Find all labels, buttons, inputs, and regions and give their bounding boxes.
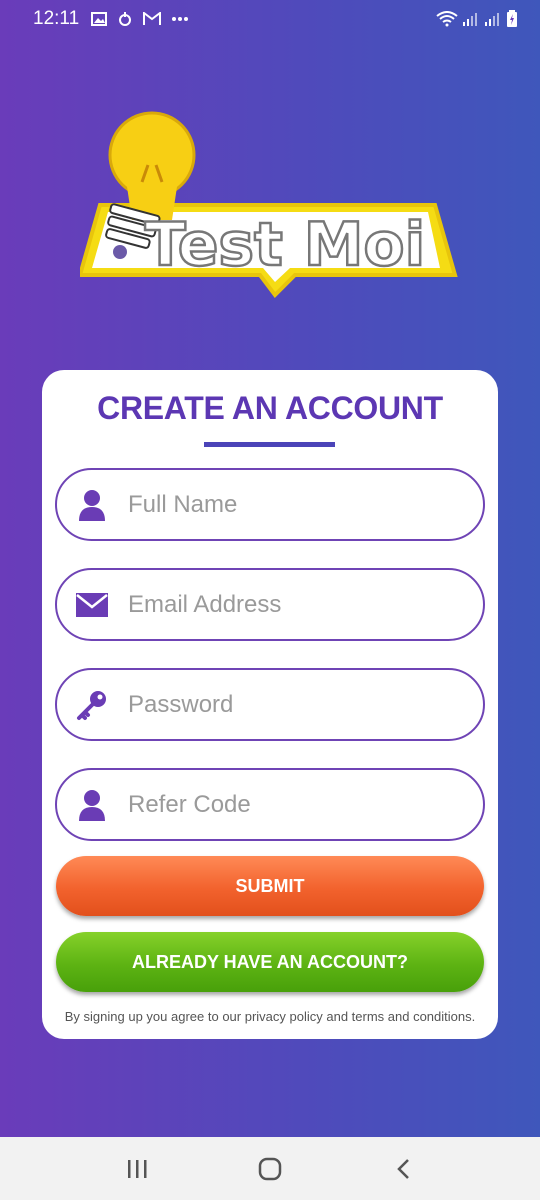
status-icons-right — [436, 10, 518, 28]
full-name-field[interactable] — [55, 468, 485, 541]
gmail-icon — [143, 12, 162, 25]
already-have-account-button[interactable]: ALREADY HAVE AN ACCOUNT? — [56, 932, 484, 992]
back-button[interactable] — [383, 1149, 423, 1189]
person-icon — [75, 788, 109, 822]
battery-icon — [507, 10, 517, 27]
app-logo: Test Moi — [77, 110, 460, 310]
home-icon — [258, 1157, 282, 1180]
logo-text: Test Moi — [145, 210, 425, 280]
back-icon — [397, 1158, 410, 1179]
recents-icon — [127, 1159, 147, 1178]
wifi-icon — [436, 11, 458, 27]
image-icon — [91, 12, 108, 26]
signup-card: CREATE AN ACCOUNT Full Name Email Addres… — [42, 370, 498, 1039]
signal-icon-2 — [485, 13, 499, 26]
page-title: CREATE AN ACCOUNT — [97, 390, 443, 426]
refer-code-input[interactable] — [128, 790, 448, 819]
email-input[interactable] — [128, 590, 448, 619]
envelope-icon — [75, 588, 109, 622]
email-field[interactable] — [55, 568, 485, 641]
terms-text: By signing up you agree to our privacy p… — [64, 1009, 476, 1024]
title-underline — [204, 442, 335, 447]
status-bar: 12:11 — [0, 0, 540, 38]
password-input[interactable] — [128, 690, 448, 719]
refer-code-field[interactable] — [55, 768, 485, 841]
status-icons-left — [91, 11, 189, 27]
home-button[interactable] — [250, 1149, 290, 1189]
full-name-input[interactable] — [128, 490, 448, 519]
sync-icon — [119, 12, 132, 26]
submit-button[interactable]: SUBMIT — [56, 856, 484, 916]
status-time: 12:11 — [33, 8, 80, 29]
recents-button[interactable] — [117, 1149, 157, 1189]
more-icon — [172, 17, 189, 21]
signal-icon — [463, 13, 477, 26]
password-field[interactable] — [55, 668, 485, 741]
navigation-bar — [0, 1137, 540, 1200]
person-icon — [75, 488, 109, 522]
key-icon — [75, 688, 109, 722]
